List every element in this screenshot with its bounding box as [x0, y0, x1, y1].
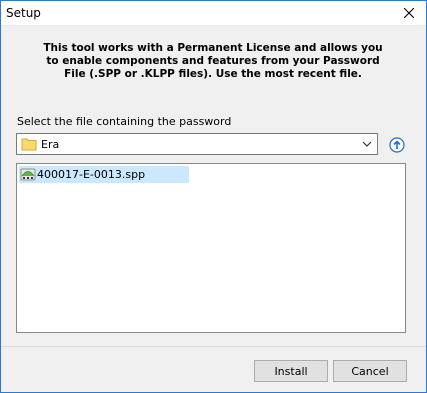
folder-combobox[interactable]: Era — [16, 133, 378, 155]
intro-line: File (.SPP or .KLPP files). Use the most… — [64, 68, 362, 80]
footer-divider — [1, 346, 426, 347]
spp-file-icon — [20, 168, 36, 181]
up-folder-button[interactable] — [389, 137, 405, 153]
title-bar: Setup — [1, 1, 426, 26]
install-button[interactable]: Install — [254, 360, 328, 382]
close-button[interactable] — [392, 1, 426, 25]
cancel-button[interactable]: Cancel — [333, 360, 407, 382]
window-title: Setup — [6, 6, 41, 20]
intro-text: This tool works with a Permanent License… — [41, 42, 385, 81]
file-name: 400017-E-0013.spp — [37, 168, 146, 181]
folder-icon — [21, 138, 37, 151]
intro-line: This tool works with a Permanent License… — [43, 42, 383, 54]
file-list[interactable]: 400017-E-0013.spp — [16, 163, 406, 333]
file-list-item[interactable]: 400017-E-0013.spp — [19, 166, 189, 183]
close-icon — [404, 8, 414, 18]
chevron-down-icon[interactable] — [361, 138, 373, 150]
folder-select-label: Select the file containing the password — [17, 115, 232, 128]
intro-line: to enable components and features from y… — [46, 55, 380, 67]
folder-combobox-value: Era — [41, 138, 60, 151]
setup-dialog: Setup This tool works with a Permanent L… — [0, 0, 427, 393]
